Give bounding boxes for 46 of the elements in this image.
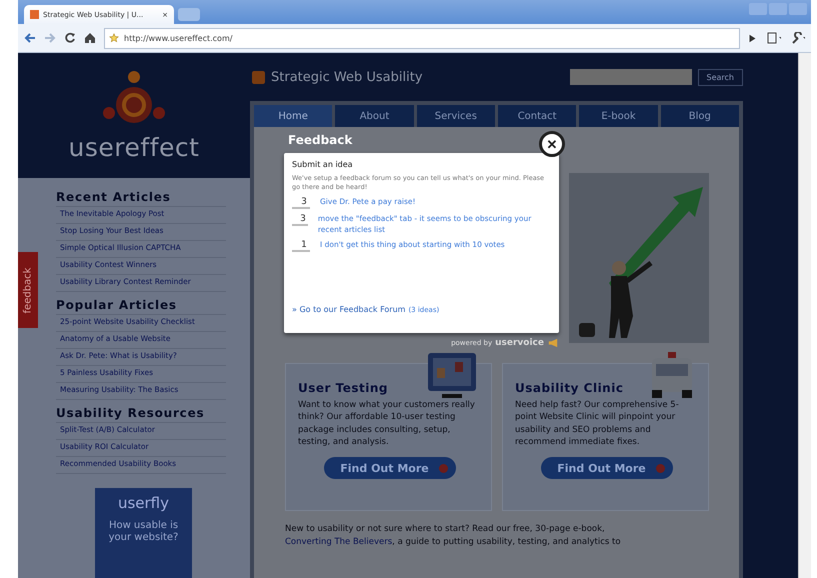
ad-text: How usable is your website? [108, 520, 180, 544]
search-field[interactable] [570, 69, 692, 85]
star-icon[interactable] [109, 33, 119, 43]
search-button[interactable]: Search [698, 68, 743, 86]
scrollbar[interactable] [798, 53, 811, 578]
feedback-tab[interactable]: feedback [18, 252, 38, 328]
nav-tab[interactable]: Home [254, 105, 332, 127]
vote-count: 3 [292, 214, 308, 226]
ebook-link[interactable]: Converting The Believers [285, 536, 392, 547]
card-text: Need help fast? Our comprehensive 5-point Website Clinic will pinpoint your usability and SEO problems and recommend immediate fixes. [515, 399, 680, 448]
vendor-logo: uservoice [495, 338, 544, 348]
site-tagline: Strategic Web Usability [271, 70, 424, 84]
nav-tab[interactable]: E-book [579, 105, 658, 127]
monitor-icon [427, 352, 477, 400]
ad-banner[interactable]: userfly How usable is your website? [95, 488, 192, 578]
reload-icon[interactable] [64, 32, 76, 44]
card-title: User Testing [298, 381, 389, 395]
home-icon[interactable] [84, 32, 96, 44]
close-button[interactable]: ✕ [539, 131, 565, 157]
find-out-more-button[interactable]: Find Out More [541, 457, 673, 480]
card-title: Usability Clinic [515, 381, 624, 395]
section-heading: Usability Resources [56, 406, 226, 423]
forward-arrow-icon[interactable] [44, 32, 56, 44]
forum-link[interactable]: » Go to our Feedback Forum [292, 305, 406, 314]
section-heading: Recent Articles [56, 190, 226, 207]
page-menu-icon[interactable] [765, 32, 781, 44]
intro-paragraph: New to usability or not sure where to start? Read our free, 30-page e-book, Converting The Believers, a guide to putting usability, testing, and analytics to [285, 523, 622, 548]
nav-tab[interactable]: Contact [498, 105, 576, 127]
card-text: Want to know what your customers really think? Our affordable 10-user testing package includes consulting, setup, testing, and analysis. [298, 399, 476, 448]
nav-tab[interactable]: About [335, 105, 414, 127]
section-heading: Popular Articles [56, 298, 226, 315]
nav-tab[interactable]: Blog [660, 105, 739, 127]
vote-count: 3 [292, 197, 310, 210]
play-icon[interactable] [748, 34, 757, 42]
nav-tab[interactable]: Services [416, 105, 495, 127]
new-tab-button[interactable] [178, 8, 200, 21]
url-text: http://www.usereffect.com/ [124, 34, 232, 42]
back-arrow-icon[interactable] [24, 32, 36, 44]
logo-text: usereffect [68, 133, 200, 162]
find-out-more-button[interactable]: Find Out More [324, 457, 456, 480]
site-favicon [30, 10, 39, 19]
ad-brand: userfly [118, 494, 170, 512]
vote-count: 1 [292, 240, 310, 252]
idea-heading: Submit an idea [292, 160, 354, 169]
megaphone-icon [547, 338, 559, 348]
feedback-title: Feedback [288, 133, 352, 149]
